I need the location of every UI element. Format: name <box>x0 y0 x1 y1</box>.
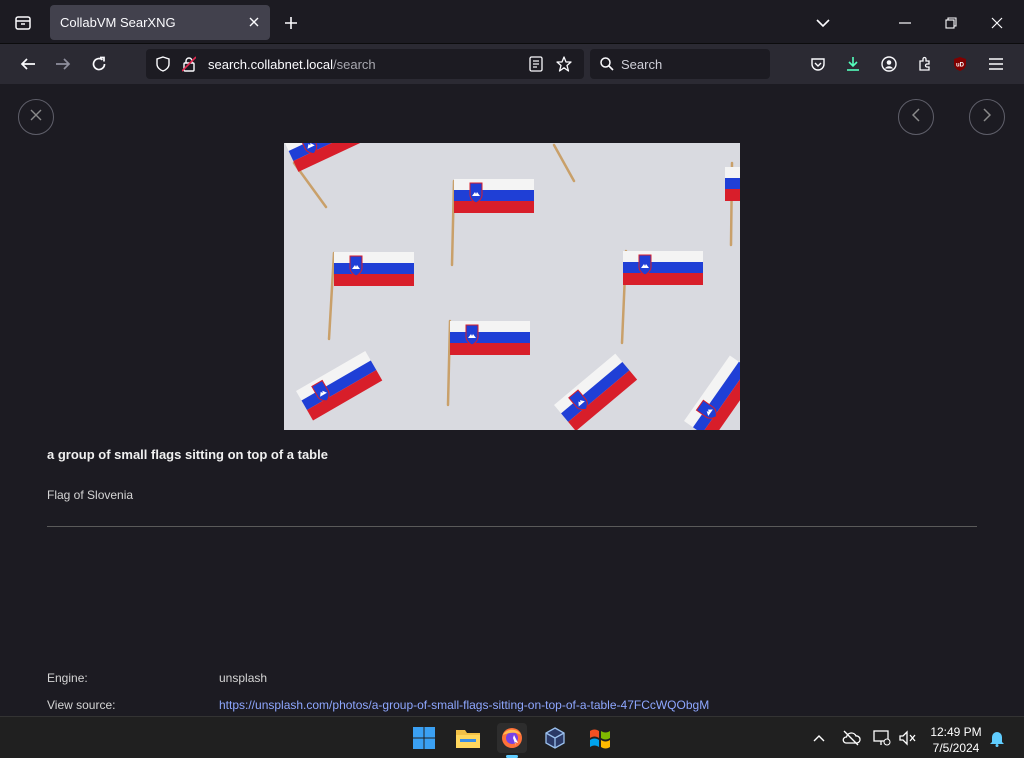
svg-text:uD: uD <box>956 63 965 69</box>
tab-strip: CollabVM SearXNG <box>0 0 1024 44</box>
image-title: a group of small flags sitting on top of… <box>47 447 328 462</box>
list-all-tabs-icon[interactable] <box>12 12 34 34</box>
search-placeholder: Search <box>621 57 663 72</box>
cloud-offline-icon[interactable] <box>836 723 866 753</box>
minimize-icon[interactable] <box>894 12 916 34</box>
close-tab-icon[interactable] <box>244 12 264 32</box>
source-label: View source: <box>47 698 116 712</box>
downloads-icon[interactable] <box>842 53 864 75</box>
back-arrow-icon[interactable] <box>17 53 39 75</box>
navigation-toolbar: search.collabnet.local/search Search uD <box>0 44 1024 84</box>
next-image-button[interactable] <box>969 99 1005 135</box>
search-icon <box>598 55 616 73</box>
chevron-down-icon[interactable] <box>812 12 834 34</box>
reader-view-icon[interactable] <box>527 55 545 73</box>
taskbar: 12:49 PM 7/5/2024 <box>0 716 1024 758</box>
search-bar[interactable]: Search <box>590 49 770 79</box>
image-detail-viewer: a group of small flags sitting on top of… <box>4 84 1020 716</box>
notification-bell-icon[interactable] <box>982 723 1012 753</box>
volume-muted-icon[interactable] <box>893 723 923 753</box>
engine-value: unsplash <box>219 671 268 685</box>
shield-icon[interactable] <box>154 55 172 73</box>
result-image[interactable] <box>284 143 740 430</box>
tab-active[interactable]: CollabVM SearXNG <box>50 5 270 40</box>
extensions-icon[interactable] <box>914 53 936 75</box>
start-windows-icon[interactable] <box>409 723 439 753</box>
pocket-icon[interactable] <box>807 53 829 75</box>
url-path: /search <box>333 57 376 72</box>
reload-icon[interactable] <box>88 53 110 75</box>
lock-warning-icon[interactable] <box>180 55 198 73</box>
menu-hamburger-icon[interactable] <box>985 53 1007 75</box>
virtualbox-icon[interactable] <box>540 723 570 753</box>
account-icon[interactable] <box>878 53 900 75</box>
engine-label: Engine: <box>47 671 88 685</box>
url-text: search.collabnet.local/search <box>208 57 376 72</box>
close-window-icon[interactable] <box>986 12 1008 34</box>
bookmark-star-icon[interactable] <box>555 55 573 73</box>
source-link[interactable]: https://unsplash.com/photos/a-group-of-s… <box>219 698 709 712</box>
clock-date[interactable]: 7/5/2024 <box>926 741 986 755</box>
tab-title: CollabVM SearXNG <box>60 15 176 30</box>
chevron-up-icon[interactable] <box>804 723 834 753</box>
windows-flag-app-icon[interactable] <box>585 723 615 753</box>
ublock-origin-icon[interactable]: uD <box>949 53 971 75</box>
close-icon <box>30 108 42 126</box>
divider <box>47 526 977 527</box>
firefox-icon[interactable] <box>497 723 527 753</box>
chevron-right-icon <box>983 107 992 127</box>
new-tab-icon[interactable] <box>280 12 302 34</box>
close-viewer-button[interactable] <box>18 99 54 135</box>
previous-image-button[interactable] <box>898 99 934 135</box>
source-link-wrapper: https://unsplash.com/photos/a-group-of-s… <box>219 698 709 712</box>
clock-time[interactable]: 12:49 PM <box>926 725 986 739</box>
forward-arrow-icon[interactable] <box>52 53 74 75</box>
file-explorer-icon[interactable] <box>453 723 483 753</box>
chevron-left-icon <box>911 107 920 127</box>
url-bar[interactable]: search.collabnet.local/search <box>146 49 584 79</box>
restore-icon[interactable] <box>940 12 962 34</box>
url-host: search.collabnet.local <box>208 57 334 72</box>
image-subtitle: Flag of Slovenia <box>47 488 134 502</box>
